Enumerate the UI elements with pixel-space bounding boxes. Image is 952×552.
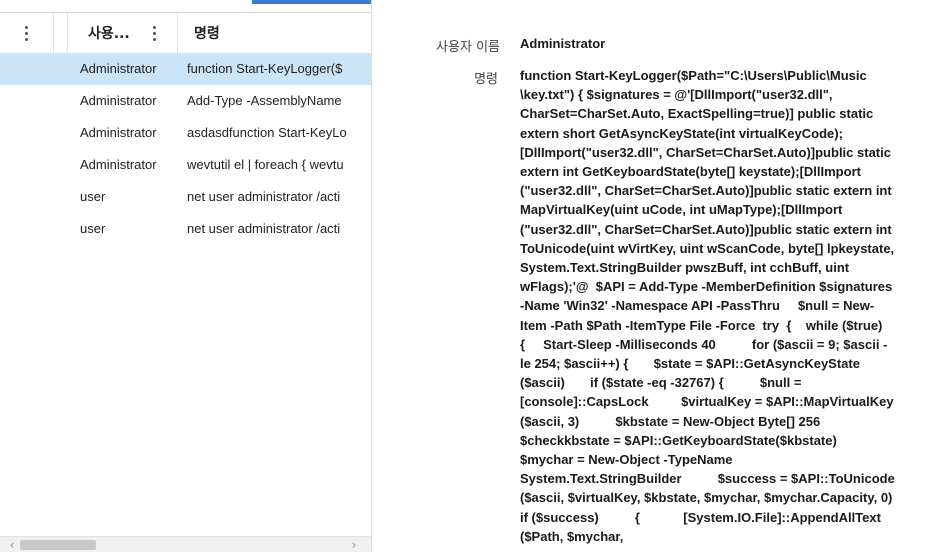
history-grid: 사용... 명령 Administrator function Start-Ke… (0, 0, 372, 552)
user-name-value: Administrator (520, 36, 606, 51)
table-row[interactable]: Administrator wevtutil el | foreach { we… (0, 149, 371, 181)
user-column-menu-icon[interactable] (147, 23, 161, 43)
table-row[interactable]: user net user administrator /acti (0, 181, 371, 213)
command-label: 명령 (474, 72, 498, 87)
row-command-cell: wevtutil el | foreach { wevtu (187, 157, 344, 172)
row-user-cell: user (80, 221, 106, 236)
row-user-cell: Administrator (80, 93, 157, 108)
column-header-command[interactable]: 명령 (178, 13, 371, 53)
row-user-cell: Administrator (80, 125, 157, 140)
chevron-left-icon[interactable]: ‹ (4, 537, 20, 552)
scrollbar-thumb[interactable] (20, 540, 96, 550)
grid-rows: Administrator function Start-KeyLogger($… (0, 53, 371, 245)
horizontal-scrollbar[interactable]: ‹ › (0, 536, 371, 552)
row-command-cell: net user administrator /acti (187, 221, 341, 236)
command-value: function Start-KeyLogger($Path="C:\Users… (520, 68, 895, 544)
column-header-command-label: 명령 (194, 26, 220, 42)
table-row[interactable]: Administrator asdasdfunction Start-KeyLo (0, 117, 371, 149)
select-column-header[interactable] (54, 13, 68, 53)
table-row[interactable]: Administrator Add-Type -AssemblyName (0, 85, 371, 117)
row-command-cell: Add-Type -AssemblyName (187, 93, 342, 108)
table-row[interactable]: user net user administrator /acti (0, 213, 371, 245)
accent-bar (252, 0, 371, 4)
clipped-heading (419, 0, 499, 6)
row-command-cell: net user administrator /acti (187, 189, 341, 204)
grid-header: 사용... 명령 (0, 12, 371, 54)
row-user-cell: Administrator (80, 157, 157, 172)
user-name-label: 사용자 이름 (436, 40, 500, 55)
detail-pane: 사용자 이름 Administrator 명령 function Start-K… (373, 0, 952, 552)
column-options-cell[interactable] (0, 13, 54, 53)
chevron-right-icon[interactable]: › (346, 537, 362, 552)
column-menu-icon[interactable] (20, 23, 34, 43)
row-user-cell: Administrator (80, 61, 157, 76)
column-header-user[interactable]: 사용... (68, 13, 178, 53)
column-header-user-label: 사용... (88, 26, 130, 42)
table-row[interactable]: Administrator function Start-KeyLogger($ (0, 53, 371, 85)
row-command-cell: function Start-KeyLogger($ (187, 61, 343, 76)
row-command-cell: asdasdfunction Start-KeyLo (187, 125, 347, 140)
row-user-cell: user (80, 189, 106, 204)
